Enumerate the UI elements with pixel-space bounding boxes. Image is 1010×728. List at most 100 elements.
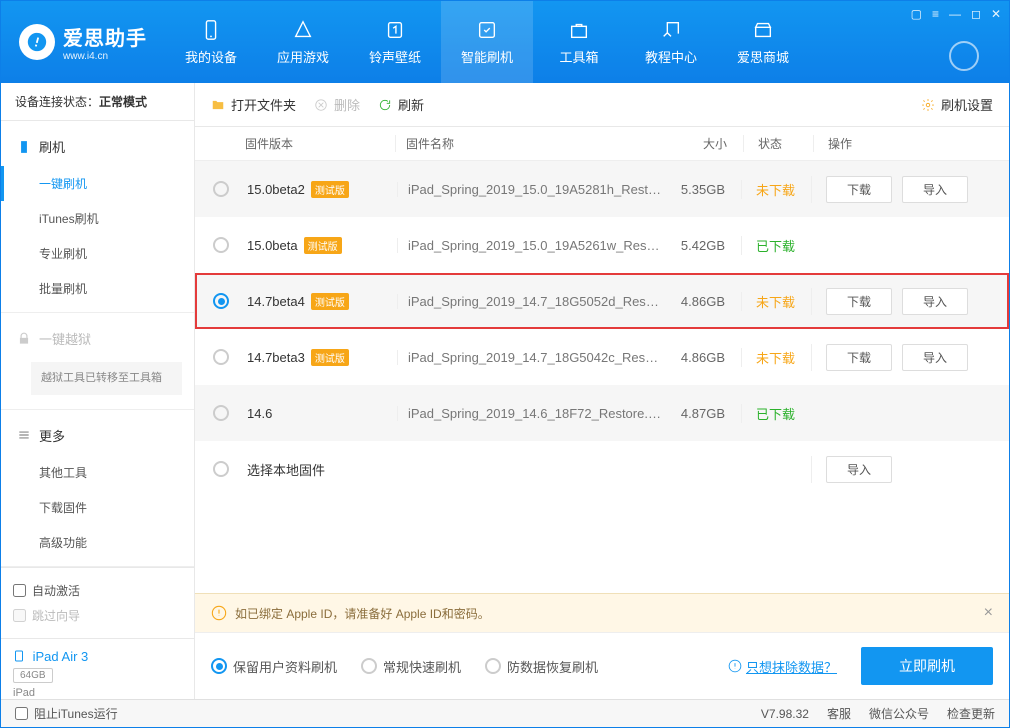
firmware-row[interactable]: 15.0beta测试版iPad_Spring_2019_15.0_19A5261…	[195, 217, 1009, 273]
sidebar-flash-item-3[interactable]: 批量刷机	[1, 271, 194, 306]
footer-wechat[interactable]: 微信公众号	[869, 705, 929, 722]
firmware-table: 15.0beta2测试版iPad_Spring_2019_15.0_19A528…	[195, 161, 1009, 497]
open-folder-button[interactable]: 打开文件夹	[211, 95, 296, 114]
sidebar-flash-item-0[interactable]: 一键刷机	[1, 166, 194, 201]
table-header: 固件版本 固件名称 大小 状态 操作	[195, 127, 1009, 161]
connection-status: 设备连接状态：正常模式	[1, 83, 194, 121]
sidebar-more-head[interactable]: 更多	[1, 416, 194, 455]
maximize-icon[interactable]: ◻	[971, 7, 981, 21]
sidebar-flash-item-1[interactable]: iTunes刷机	[1, 201, 194, 236]
firmware-row[interactable]: 选择本地固件导入	[195, 441, 1009, 497]
sidebar-more-item-0[interactable]: 其他工具	[1, 455, 194, 490]
content-area: 打开文件夹 删除 刷新 刷机设置 固件版本 固件名称 大小 状态 操作	[195, 83, 1009, 699]
row-status: 已下载	[741, 236, 811, 255]
import-button[interactable]: 导入	[902, 288, 968, 315]
auto-activate-checkbox[interactable]: 自动激活	[13, 578, 182, 603]
main-nav: 我的设备应用游戏铃声壁纸智能刷机工具箱教程中心爱思商城	[165, 1, 1009, 83]
app-header: 爱思助手 www.i4.cn 我的设备应用游戏铃声壁纸智能刷机工具箱教程中心爱思…	[1, 1, 1009, 83]
row-filename: iPad_Spring_2019_14.6_18F72_Restore.ipsw	[397, 406, 661, 421]
col-filename: 固件名称	[395, 135, 663, 152]
download-button[interactable]: 下载	[826, 176, 892, 203]
menu-icon[interactable]: ≡	[932, 7, 939, 21]
row-radio[interactable]	[213, 461, 229, 477]
row-version: 14.6	[247, 406, 397, 421]
row-status: 未下载	[741, 180, 811, 199]
status-value: 正常模式	[99, 95, 147, 109]
flash-option-1[interactable]: 常规快速刷机	[361, 657, 461, 676]
action-bar: 保留用户资料刷机 常规快速刷机 防数据恢复刷机 只想抹除数据？ 立即刷机	[195, 632, 1009, 699]
row-size: 4.87GB	[661, 406, 741, 421]
status-label: 设备连接状态：	[15, 95, 99, 109]
refresh-button[interactable]: 刷新	[378, 95, 424, 114]
row-status: 未下载	[741, 292, 811, 311]
nav-item-0[interactable]: 我的设备	[165, 1, 257, 83]
download-button[interactable]: 下载	[826, 288, 892, 315]
col-version: 固件版本	[245, 135, 395, 152]
import-button[interactable]: 导入	[902, 344, 968, 371]
device-type: iPad	[13, 687, 182, 699]
row-version: 15.0beta测试版	[247, 237, 397, 254]
firmware-row[interactable]: 14.6iPad_Spring_2019_14.6_18F72_Restore.…	[195, 385, 1009, 441]
firmware-row[interactable]: 15.0beta2测试版iPad_Spring_2019_15.0_19A528…	[195, 161, 1009, 217]
shirt-icon[interactable]: ▢	[911, 7, 922, 21]
sidebar-more-item-2[interactable]: 高级功能	[1, 525, 194, 560]
flash-option-0[interactable]: 保留用户资料刷机	[211, 657, 337, 676]
nav-item-1[interactable]: 应用游戏	[257, 1, 349, 83]
row-actions: 下载导入	[811, 176, 991, 203]
skip-guide-checkbox: 跳过向导	[13, 603, 182, 628]
row-version: 14.7beta4测试版	[247, 293, 397, 310]
app-subtitle: www.i4.cn	[63, 51, 147, 62]
device-name: iPad Air 3	[33, 649, 89, 664]
sidebar-jailbreak-head: 一键越狱	[1, 319, 194, 358]
nav-item-4[interactable]: 工具箱	[533, 1, 625, 83]
block-itunes-checkbox[interactable]: 阻止iTunes运行	[15, 705, 118, 722]
import-button[interactable]: 导入	[826, 456, 892, 483]
minimize-icon[interactable]: —	[949, 7, 961, 21]
row-version: 14.7beta3测试版	[247, 349, 397, 366]
notice-close-icon[interactable]: ×	[984, 604, 993, 622]
flash-option-2[interactable]: 防数据恢复刷机	[485, 657, 598, 676]
erase-data-link[interactable]: 只想抹除数据？	[728, 657, 837, 676]
firmware-row[interactable]: 14.7beta4测试版iPad_Spring_2019_14.7_18G505…	[195, 273, 1009, 329]
row-status: 未下载	[741, 348, 811, 367]
flash-now-button[interactable]: 立即刷机	[861, 647, 993, 685]
notice-text: 如已绑定 Apple ID，请准备好 Apple ID和密码。	[235, 605, 490, 622]
flash-settings-button[interactable]: 刷机设置	[921, 95, 993, 114]
app-version: V7.98.32	[761, 707, 809, 721]
row-radio[interactable]	[213, 293, 229, 309]
row-radio[interactable]	[213, 405, 229, 421]
close-icon[interactable]: ✕	[991, 7, 1001, 21]
sidebar-more-item-1[interactable]: 下载固件	[1, 490, 194, 525]
nav-item-2[interactable]: 铃声壁纸	[349, 1, 441, 83]
row-filename: iPad_Spring_2019_15.0_19A5281h_Restore.i…	[397, 182, 661, 197]
row-size: 5.42GB	[661, 238, 741, 253]
nav-item-6[interactable]: 爱思商城	[717, 1, 809, 83]
row-radio[interactable]	[213, 181, 229, 197]
footer-support[interactable]: 客服	[827, 705, 851, 722]
row-actions: 导入	[811, 456, 991, 483]
download-button[interactable]	[949, 41, 979, 71]
row-size: 4.86GB	[661, 350, 741, 365]
row-actions: 下载导入	[811, 288, 991, 315]
nav-item-5[interactable]: 教程中心	[625, 1, 717, 83]
row-radio[interactable]	[213, 349, 229, 365]
device-info[interactable]: iPad Air 3 64GB iPad	[1, 638, 194, 709]
import-button[interactable]: 导入	[902, 176, 968, 203]
row-radio[interactable]	[213, 237, 229, 253]
window-controls: ▢ ≡ — ◻ ✕	[911, 7, 1001, 21]
footer-update[interactable]: 检查更新	[947, 705, 995, 722]
nav-item-3[interactable]: 智能刷机	[441, 1, 533, 83]
sidebar-flash-item-2[interactable]: 专业刷机	[1, 236, 194, 271]
col-action: 操作	[813, 135, 993, 152]
app-title: 爱思助手	[63, 22, 147, 51]
row-actions: 下载导入	[811, 344, 991, 371]
sidebar-flash-head[interactable]: 刷机	[1, 127, 194, 166]
logo-icon	[19, 24, 55, 60]
download-button[interactable]: 下载	[826, 344, 892, 371]
row-version: 15.0beta2测试版	[247, 181, 397, 198]
device-capacity: 64GB	[13, 668, 53, 683]
row-filename: iPad_Spring_2019_14.7_18G5052d_Restore.i…	[397, 294, 661, 309]
firmware-row[interactable]: 14.7beta3测试版iPad_Spring_2019_14.7_18G504…	[195, 329, 1009, 385]
row-filename: iPad_Spring_2019_14.7_18G5042c_Restore.i…	[397, 350, 661, 365]
row-size: 4.86GB	[661, 294, 741, 309]
